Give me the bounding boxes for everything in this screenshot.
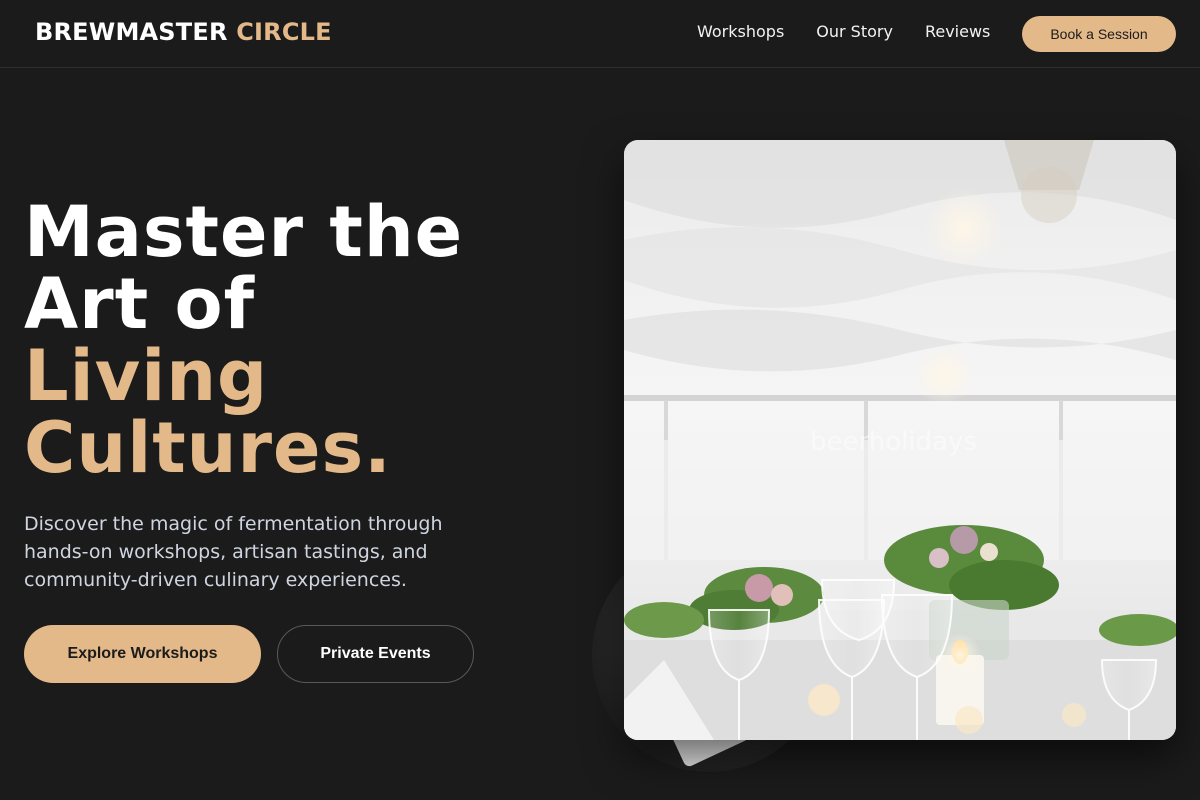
event-table-illustration: beerholidays bbox=[624, 140, 1176, 740]
book-session-button[interactable]: Book a Session bbox=[1022, 16, 1176, 52]
hero-title: Master the Art of Living Cultures. bbox=[24, 196, 584, 484]
main-nav: Workshops Our Story Reviews bbox=[697, 22, 990, 41]
hero-title-accent: Cultures. bbox=[24, 407, 392, 489]
nav-workshops[interactable]: Workshops bbox=[697, 22, 784, 41]
explore-workshops-button[interactable]: Explore Workshops bbox=[24, 625, 261, 683]
hero-title-accent: Living bbox=[24, 335, 269, 417]
hero-photo: beerholidays bbox=[624, 140, 1176, 740]
photo-watermark: beerholidays bbox=[810, 427, 977, 457]
private-events-button[interactable]: Private Events bbox=[277, 625, 474, 683]
nav-our-story[interactable]: Our Story bbox=[816, 22, 893, 41]
site-header: BREWMASTER CIRCLE Workshops Our Story Re… bbox=[0, 0, 1200, 68]
hero-title-line: Master the bbox=[24, 191, 464, 273]
hero-description: Discover the magic of fermentation throu… bbox=[24, 513, 443, 591]
brand-accent: CIRCLE bbox=[236, 18, 332, 46]
brand-primary: BREWMASTER bbox=[35, 18, 228, 46]
brand-logo[interactable]: BREWMASTER CIRCLE bbox=[35, 18, 332, 46]
nav-reviews[interactable]: Reviews bbox=[925, 22, 990, 41]
hero-title-line: Art of bbox=[24, 263, 256, 345]
